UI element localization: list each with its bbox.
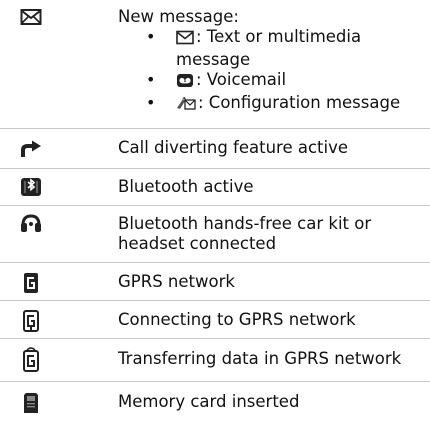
table-row: Call diverting feature active bbox=[0, 128, 430, 169]
table-row: Transferring data in GPRS network bbox=[0, 338, 430, 382]
sub-item-label: : Configuration message bbox=[198, 93, 401, 112]
table-row: GPRS network bbox=[0, 262, 430, 301]
bluetooth-icon bbox=[20, 177, 44, 197]
bullet-icon: • bbox=[146, 93, 156, 112]
row-label: Call diverting feature active bbox=[118, 138, 349, 157]
call-divert-arrow-icon bbox=[20, 139, 44, 159]
row-label: New message: bbox=[118, 7, 239, 26]
row-label: Bluetooth active bbox=[118, 177, 254, 196]
bullet-icon: • bbox=[146, 27, 156, 46]
bullet-icon: • bbox=[146, 70, 156, 89]
voicemail-tape-icon bbox=[176, 73, 194, 93]
row-label: Connecting to GPRS network bbox=[118, 310, 356, 329]
memory-card-icon bbox=[20, 392, 44, 413]
row-label: Bluetooth hands-free car kit or bbox=[118, 214, 372, 233]
table-row: Bluetooth hands-free car kit or headset … bbox=[0, 205, 430, 263]
row-label: Memory card inserted bbox=[118, 392, 300, 411]
configuration-message-icon bbox=[176, 96, 196, 116]
table-row: Memory card inserted bbox=[0, 381, 430, 429]
table-row: Bluetooth active bbox=[0, 168, 430, 206]
message-type-list: • : Text or multimedia message •: Voice… bbox=[118, 27, 424, 116]
table-row: New message: • : Text or multimedia mess… bbox=[0, 0, 430, 128]
sub-item-label-cont: message bbox=[176, 50, 251, 69]
gprs-network-icon bbox=[20, 272, 44, 293]
row-label: GPRS network bbox=[118, 272, 235, 291]
envelope-icon bbox=[20, 8, 44, 28]
row-label: Transferring data in GPRS network bbox=[118, 349, 402, 368]
sub-item-label: : Voicemail bbox=[196, 70, 287, 89]
sub-item-label: : Text or multimedia bbox=[196, 27, 362, 46]
table-row: Connecting to GPRS network bbox=[0, 300, 430, 339]
list-item: • : Configuration message bbox=[118, 93, 424, 116]
list-item: • : Voicemail bbox=[118, 70, 424, 93]
gprs-connecting-icon bbox=[20, 310, 44, 332]
list-item: • : Text or multimedia message bbox=[118, 27, 424, 70]
headset-icon bbox=[20, 214, 44, 234]
row-label-cont: headset connected bbox=[118, 234, 277, 253]
envelope-icon bbox=[176, 30, 194, 50]
gprs-transferring-icon bbox=[20, 346, 44, 372]
